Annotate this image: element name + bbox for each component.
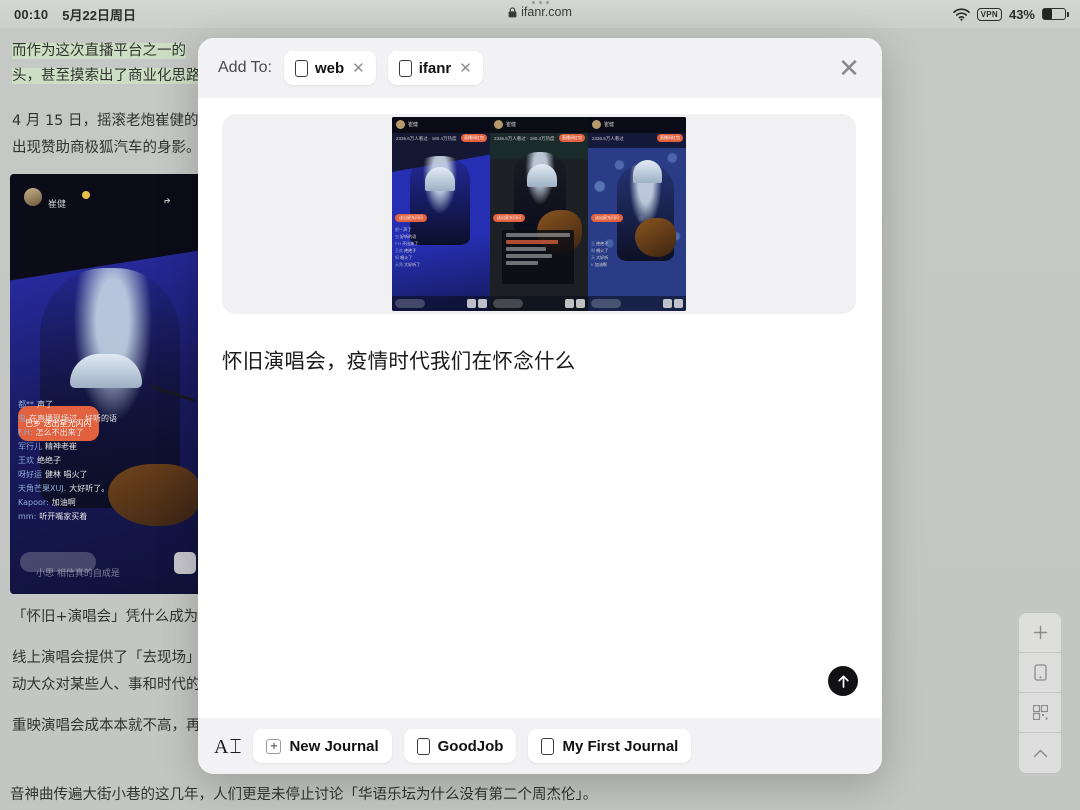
stream-avatar — [24, 188, 42, 206]
panel-promo: 直播间红包 — [559, 134, 585, 142]
chat-message: mm: 听开嘴家买着 — [18, 512, 88, 521]
panel-channel: 崔健 — [408, 122, 419, 128]
screen-root: 00:10 5月22日周日 ifanr.com VPN 43% 而作为这次直播平… — [0, 0, 1080, 810]
panel-channel: 崔健 — [604, 122, 615, 128]
battery-percent-label: 43% — [1008, 6, 1035, 22]
chat-message: 都** 声了 — [18, 400, 53, 409]
note-title[interactable]: 怀旧演唱会，疫情时代我们在怀念什么 — [222, 344, 858, 374]
vpn-badge: VPN — [976, 7, 1002, 21]
document-icon — [294, 59, 308, 77]
modal-footer: A ⌶ + New Journal GoodJob My First Journ… — [198, 718, 882, 774]
panel-gift: 送出星光闪闪 — [493, 214, 525, 222]
chat-message: Kapoor: 加油啊 — [18, 498, 76, 507]
article-embedded-image: 崔健 ↱ 2336.6万人看过 · 180.4万热度 直播间红包 巴乡 送出星光… — [10, 174, 206, 594]
status-bar-date: 5月22日周日 — [62, 7, 136, 23]
add-to-label: Add To: — [218, 59, 272, 76]
panel-channel: 崔健 — [506, 122, 517, 128]
document-icon — [398, 59, 412, 77]
status-bar-time: 00:10 — [14, 6, 49, 22]
site-url-text: ifanr.com — [521, 5, 572, 19]
tag-chip-label: ifanr — [418, 59, 452, 77]
tag-chip-ifanr[interactable]: ifanr ✕ — [387, 51, 483, 85]
send-button[interactable] — [828, 666, 858, 696]
stream-panel: 崔健 2336.6万人看过 · 180.4万热度 直播间红包 送出星光闪闪 — [490, 117, 588, 311]
chat-message: 虫在直播现场过，好听的语 — [18, 414, 117, 423]
chevron-up-icon — [1033, 749, 1047, 757]
modal-header: Add To: web ✕ ifanr ✕ ✕ — [198, 38, 882, 98]
stream-watermark: 小思 相信真的自成是 — [36, 569, 120, 579]
stream-gift-button[interactable] — [174, 552, 196, 574]
journal-chip-label: My First Journal — [562, 737, 679, 755]
chat-message: 呀好运 健林 唱火了 — [18, 470, 88, 479]
add-to-journal-modal: Add To: web ✕ ifanr ✕ ✕ 崔健 2336.6万人看过 · … — [198, 38, 882, 774]
battery-icon — [1042, 8, 1069, 20]
stream-live-dot — [82, 191, 90, 199]
article-bottom-line: 音神曲传遍大街小巷的这几年，人们更是未停止讨论「华语乐坛为什么没有第二个周杰伦」… — [10, 787, 598, 803]
site-url-row[interactable]: ifanr.com — [508, 5, 572, 19]
tag-chip-label: web — [314, 59, 345, 77]
chat-message: F.H: 怎么不出来了 — [18, 428, 84, 437]
qr-code-button[interactable] — [1019, 693, 1061, 733]
qr-code-icon — [1032, 705, 1048, 720]
document-icon — [416, 737, 430, 755]
chat-message: 天角芒果XUJ. 大好听了。 — [18, 484, 110, 493]
panel-gift: 送出星光闪闪 — [395, 214, 427, 222]
journal-chip-new-journal[interactable]: + New Journal — [253, 729, 392, 763]
plus-icon — [1033, 625, 1047, 640]
document-icon — [541, 737, 555, 755]
mobile-device-icon — [1033, 664, 1047, 681]
close-modal-button[interactable]: ✕ — [834, 53, 864, 83]
stream-panel: 崔健 2336.6万人看过 · 180.4万热度 直播间红包 送出星光闪闪 都*… — [392, 117, 490, 311]
status-bar: 00:10 5月22日周日 ifanr.com VPN 43% — [0, 0, 1080, 28]
plus-square-icon: + — [266, 738, 282, 754]
panel-gift: 送出星光闪闪 — [591, 214, 623, 222]
remove-tag-icon[interactable]: ✕ — [459, 59, 472, 77]
lock-icon — [508, 6, 517, 17]
journal-chip-label: GoodJob — [437, 737, 504, 755]
journal-chip-goodjob[interactable]: GoodJob — [403, 729, 517, 763]
arrow-up-icon — [837, 674, 849, 688]
journal-chip-label: New Journal — [289, 737, 379, 755]
panel-promo: 直播间红包 — [461, 134, 487, 142]
text-tool[interactable]: A ⌶ — [214, 734, 241, 759]
clipped-image-card[interactable]: 崔健 2336.6万人看过 · 180.4万热度 直播间红包 送出星光闪闪 都*… — [222, 114, 856, 314]
wifi-icon — [952, 7, 970, 21]
status-bar-indicators: VPN 43% — [952, 6, 1069, 22]
panel-promo: 直播间红包 — [657, 134, 683, 142]
device-preview-button[interactable] — [1019, 653, 1061, 693]
panel-stats: 2336.6万人看过 — [592, 136, 624, 141]
panel-chat: 都** 声了虫 好听的语 F.H 不出来了 王欢 绝绝子 呀 唱火了 天角 大好听了 — [395, 227, 421, 268]
browser-address-display: ifanr.com — [0, 1, 1080, 19]
stream-panel: 崔健 2336.6万人看过 直播间红包 送出星光闪闪 王 绝绝子呀 唱火了 天 … — [588, 117, 686, 311]
stream-chat-list: 都** 声了 虫在直播现场过，好听的语 F.H: 怎么不出来了 军行儿 精神老崔 王欢… — [18, 398, 168, 524]
panel-stats: 2336.6万人看过 · 180.4万热度 — [494, 136, 555, 141]
stream-channel-name: 崔健 — [48, 200, 67, 210]
add-button[interactable] — [1019, 613, 1061, 653]
i-beam-cursor-icon: ⌶ — [229, 733, 242, 758]
remove-tag-icon[interactable]: ✕ — [352, 59, 365, 77]
chat-message: 王欢 绝绝子 — [18, 456, 61, 465]
panel-chat: 王 绝绝子呀 唱火了 天 大好听 K 加油啊 — [591, 241, 609, 268]
scroll-to-top-button[interactable] — [1019, 733, 1061, 773]
concert-composite-image: 崔健 2336.6万人看过 · 180.4万热度 直播间红包 送出星光闪闪 都*… — [392, 117, 686, 311]
modal-body: 崔健 2336.6万人看过 · 180.4万热度 直播间红包 送出星光闪闪 都*… — [198, 98, 882, 718]
text-tool-label: A — [214, 735, 229, 758]
floating-toolbar — [1018, 612, 1062, 774]
tag-chip-web[interactable]: web ✕ — [283, 51, 376, 85]
panel-stats: 2336.6万人看过 · 180.4万热度 — [396, 136, 457, 141]
chat-message: 军行儿 精神老崔 — [18, 442, 77, 451]
tab-dots-indicator — [531, 1, 549, 4]
journal-chip-my-first-journal[interactable]: My First Journal — [528, 729, 692, 763]
